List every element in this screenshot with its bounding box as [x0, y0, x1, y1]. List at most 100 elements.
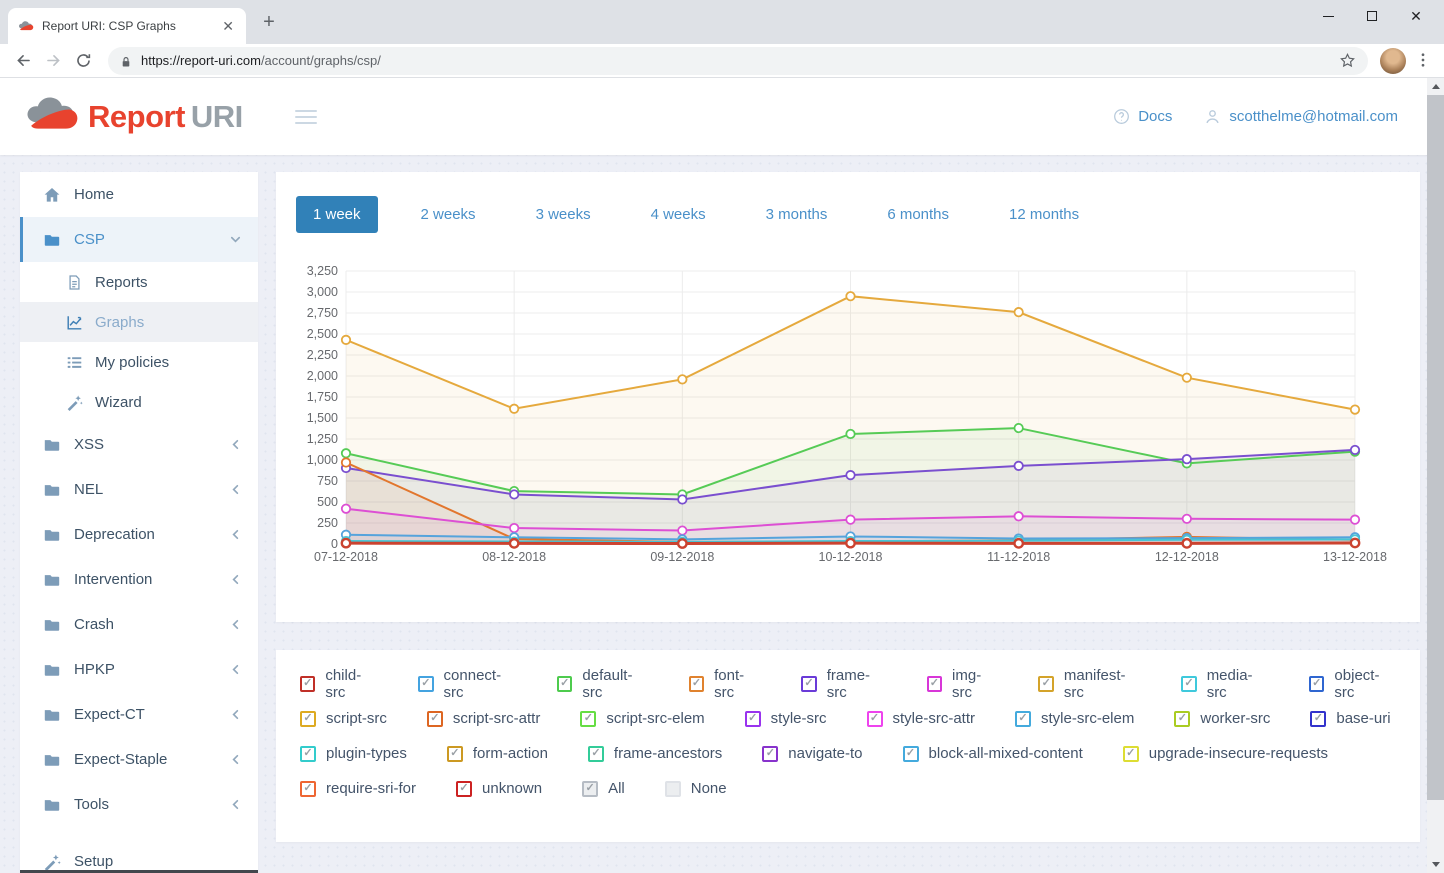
legend-checkbox-frame-src[interactable]: ✓	[801, 676, 816, 692]
back-button-icon[interactable]	[10, 48, 36, 74]
legend-item-child-src[interactable]: ✓child-src	[300, 667, 378, 701]
legend-checkbox-plugin-types[interactable]: ✓	[300, 746, 316, 762]
refresh-button-icon[interactable]	[70, 48, 96, 74]
scrollbar-down-arrow[interactable]	[1427, 856, 1444, 873]
tab-close-icon[interactable]: ✕	[220, 18, 236, 35]
sidebar-item-home[interactable]: Home	[20, 172, 258, 217]
file-icon	[66, 274, 83, 291]
range-tab-2-weeks[interactable]: 2 weeks	[404, 196, 493, 233]
legend-item-all[interactable]: ✓All	[582, 780, 625, 797]
legend-checkbox-navigate-to[interactable]: ✓	[762, 746, 778, 762]
legend-item-unknown[interactable]: ✓unknown	[456, 780, 542, 797]
window-minimize-button[interactable]	[1306, 0, 1350, 32]
forward-button-icon[interactable]	[40, 48, 66, 74]
legend-checkbox-upgrade-insecure-requests[interactable]: ✓	[1123, 746, 1139, 762]
sidebar-item-hpkp[interactable]: HPKP	[20, 647, 258, 692]
legend-checkbox-require-sri-for[interactable]: ✓	[300, 781, 316, 797]
legend-checkbox-media-src[interactable]: ✓	[1181, 676, 1196, 692]
range-tab-6-months[interactable]: 6 months	[870, 196, 966, 233]
legend-item-style-src[interactable]: ✓style-src	[745, 710, 827, 727]
legend-item-require-sri-for[interactable]: ✓require-sri-for	[300, 780, 416, 797]
legend-checkbox-script-src-elem[interactable]: ✓	[580, 711, 596, 727]
sidebar-item-intervention[interactable]: Intervention	[20, 557, 258, 602]
legend-checkbox-block-all-mixed-content[interactable]: ✓	[903, 746, 919, 762]
legend-checkbox-style-src[interactable]: ✓	[745, 711, 761, 727]
legend-checkbox-connect-src[interactable]: ✓	[418, 676, 433, 692]
legend-label: script-src	[326, 710, 387, 727]
legend-checkbox-all[interactable]: ✓	[582, 781, 598, 797]
legend-checkbox-object-src[interactable]: ✓	[1309, 676, 1324, 692]
legend-item-font-src[interactable]: ✓font-src	[689, 667, 762, 701]
legend-checkbox-worker-src[interactable]: ✓	[1174, 711, 1190, 727]
legend-label: style-src-attr	[893, 710, 976, 727]
sidebar-item-csp[interactable]: CSP	[20, 217, 258, 262]
scrollbar-up-arrow[interactable]	[1427, 78, 1444, 95]
legend-item-script-src-elem[interactable]: ✓script-src-elem	[580, 710, 704, 727]
sidebar-item-wizard[interactable]: Wizard	[20, 382, 258, 422]
range-tab-3-weeks[interactable]: 3 weeks	[519, 196, 608, 233]
sidebar-item-my-policies[interactable]: My policies	[20, 342, 258, 382]
legend-item-frame-src[interactable]: ✓frame-src	[801, 667, 886, 701]
range-tab-12-months[interactable]: 12 months	[992, 196, 1096, 233]
legend-item-connect-src[interactable]: ✓connect-src	[418, 667, 517, 701]
legend-item-img-src[interactable]: ✓img-src	[927, 667, 999, 701]
address-bar[interactable]: https://report-uri.com/account/graphs/cs…	[108, 47, 1368, 75]
legend-item-form-action[interactable]: ✓form-action	[447, 745, 548, 762]
sidebar-item-setup[interactable]: Setup	[20, 839, 258, 873]
account-link[interactable]: scotthelme@hotmail.com	[1204, 108, 1398, 125]
legend-item-manifest-src[interactable]: ✓manifest-src	[1038, 667, 1141, 701]
sidebar-item-graphs[interactable]: Graphs	[20, 302, 258, 342]
legend-checkbox-unknown[interactable]: ✓	[456, 781, 472, 797]
legend-item-default-src[interactable]: ✓default-src	[557, 667, 649, 701]
legend-item-plugin-types[interactable]: ✓plugin-types	[300, 745, 407, 762]
legend-checkbox-img-src[interactable]: ✓	[927, 676, 942, 692]
legend-item-base-uri[interactable]: ✓base-uri	[1310, 710, 1390, 727]
legend-checkbox-child-src[interactable]: ✓	[300, 676, 315, 692]
sidebar-item-crash[interactable]: Crash	[20, 602, 258, 647]
legend-checkbox-script-src[interactable]: ✓	[300, 711, 316, 727]
sidebar-item-tools[interactable]: Tools	[20, 782, 258, 827]
sidebar-item-xss[interactable]: XSS	[20, 422, 258, 467]
window-close-button[interactable]: ✕	[1394, 0, 1438, 32]
sidebar-item-expect-ct[interactable]: Expect-CT	[20, 692, 258, 737]
window-maximize-button[interactable]	[1350, 0, 1394, 32]
legend-checkbox-form-action[interactable]: ✓	[447, 746, 463, 762]
legend-item-script-src-attr[interactable]: ✓script-src-attr	[427, 710, 541, 727]
legend-checkbox-frame-ancestors[interactable]: ✓	[588, 746, 604, 762]
legend-item-block-all-mixed-content[interactable]: ✓block-all-mixed-content	[903, 745, 1083, 762]
legend-item-media-src[interactable]: ✓media-src	[1181, 667, 1269, 701]
sidebar-item-deprecation[interactable]: Deprecation	[20, 512, 258, 557]
legend-checkbox-base-uri[interactable]: ✓	[1310, 711, 1326, 727]
legend-item-style-src-elem[interactable]: ✓style-src-elem	[1015, 710, 1134, 727]
sidebar-item-expect-staple[interactable]: Expect-Staple	[20, 737, 258, 782]
legend-checkbox-manifest-src[interactable]: ✓	[1038, 676, 1053, 692]
range-tab-1-week[interactable]: 1 week	[296, 196, 378, 233]
browser-profile-avatar[interactable]	[1380, 48, 1406, 74]
legend-item-script-src[interactable]: ✓ script-src	[300, 710, 387, 727]
legend-item-navigate-to[interactable]: ✓navigate-to	[762, 745, 862, 762]
legend-item-worker-src[interactable]: ✓worker-src	[1174, 710, 1270, 727]
sidebar-item-nel[interactable]: NEL	[20, 467, 258, 512]
legend-checkbox-default-src[interactable]: ✓	[557, 676, 572, 692]
legend-checkbox-style-src-elem[interactable]: ✓	[1015, 711, 1031, 727]
new-tab-button[interactable]: +	[256, 9, 282, 35]
legend-checkbox-font-src[interactable]: ✓	[689, 676, 704, 692]
sidebar-item-reports[interactable]: Reports	[20, 262, 258, 302]
docs-link[interactable]: Docs	[1113, 108, 1172, 125]
scrollbar-thumb[interactable]	[1427, 95, 1444, 800]
legend-checkbox-script-src-attr[interactable]: ✓	[427, 711, 443, 727]
report-uri-logo[interactable]: ReportURI	[24, 94, 243, 139]
legend-checkbox-style-src-attr[interactable]: ✓	[867, 711, 883, 727]
bookmark-star-icon[interactable]	[1339, 52, 1356, 69]
legend-item-object-src[interactable]: ✓object-src	[1309, 667, 1396, 701]
browser-menu-icon[interactable]	[1414, 51, 1434, 71]
legend-item-none[interactable]: None	[665, 780, 727, 797]
legend-item-upgrade-insecure-requests[interactable]: ✓upgrade-insecure-requests	[1123, 745, 1328, 762]
legend-item-frame-ancestors[interactable]: ✓frame-ancestors	[588, 745, 722, 762]
legend-checkbox-none[interactable]	[665, 781, 681, 797]
range-tab-3-months[interactable]: 3 months	[749, 196, 845, 233]
browser-tab[interactable]: Report URI: CSP Graphs ✕	[8, 8, 246, 44]
menu-toggle-icon[interactable]	[291, 106, 321, 128]
range-tab-4-weeks[interactable]: 4 weeks	[634, 196, 723, 233]
legend-item-style-src-attr[interactable]: ✓ style-src-attr	[867, 710, 976, 727]
